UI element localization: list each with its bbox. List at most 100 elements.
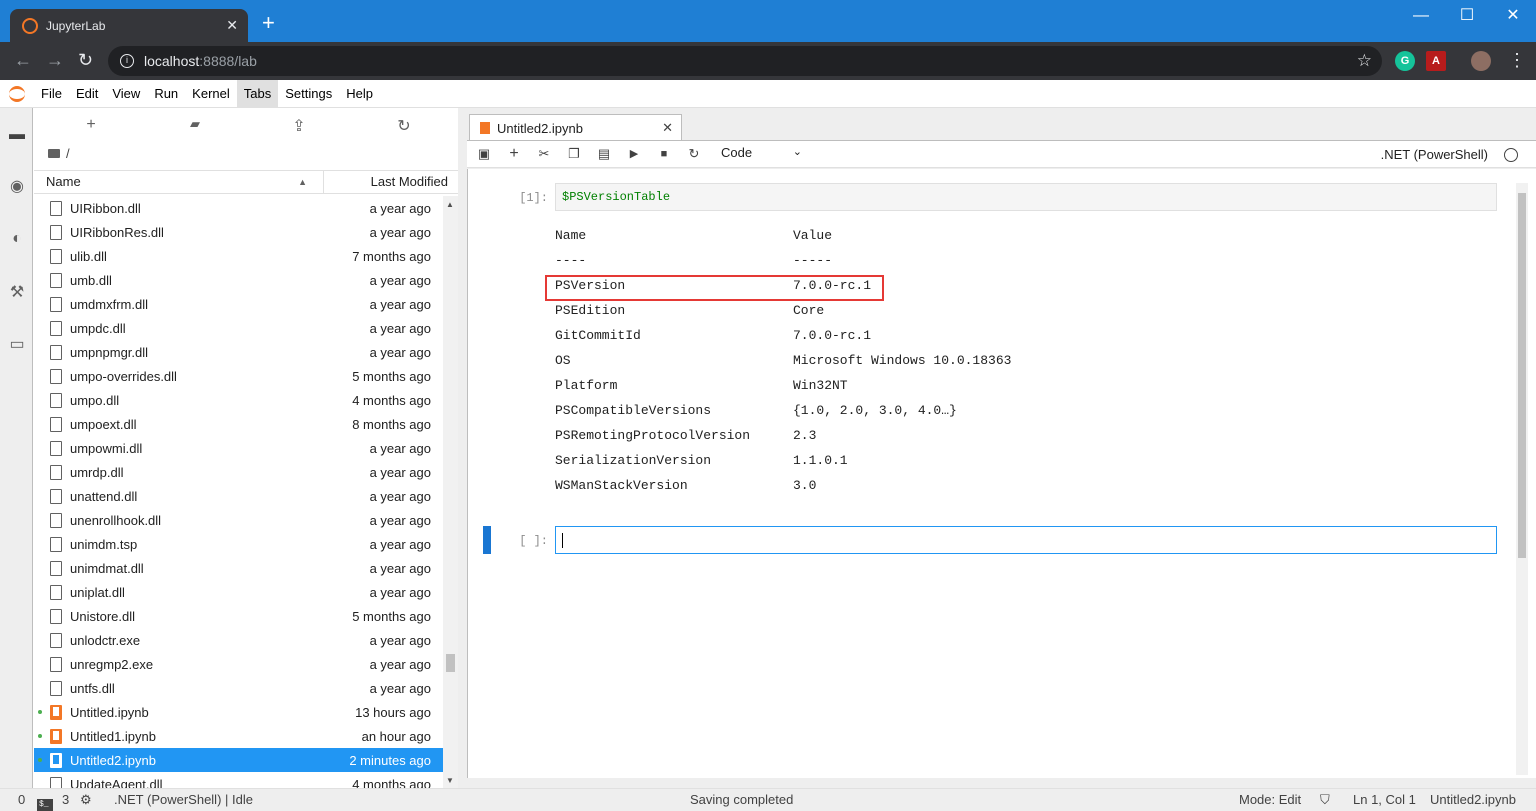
menu-run[interactable]: Run bbox=[147, 80, 185, 108]
upload-icon[interactable]: ⇪ bbox=[290, 116, 308, 136]
file-row[interactable]: umrdp.dll a year ago bbox=[34, 460, 443, 484]
scroll-up-icon[interactable]: ▲ bbox=[446, 200, 454, 209]
run-icon[interactable]: ▶ bbox=[625, 145, 643, 163]
file-row[interactable]: untfs.dll a year ago bbox=[34, 676, 443, 700]
new-folder-icon[interactable]: ▰ bbox=[186, 116, 204, 132]
address-bar[interactable]: i localhost:8888/lab ☆ bbox=[108, 46, 1382, 76]
output-row: PSRemotingProtocolVersion 2.3 bbox=[555, 428, 816, 453]
file-modified: a year ago bbox=[369, 440, 431, 456]
menu-file[interactable]: File bbox=[34, 80, 69, 108]
site-info-icon[interactable]: i bbox=[120, 54, 134, 68]
file-row[interactable]: umpoext.dll 8 months ago bbox=[34, 412, 443, 436]
file-row[interactable]: umdmxfrm.dll a year ago bbox=[34, 292, 443, 316]
file-name: umpo-overrides.dll bbox=[70, 368, 177, 384]
file-modified: a year ago bbox=[369, 584, 431, 600]
copy-icon[interactable]: ❐ bbox=[565, 145, 583, 163]
new-tab-button[interactable]: + bbox=[262, 12, 275, 34]
menu-view[interactable]: View bbox=[105, 80, 147, 108]
file-row[interactable]: Untitled.ipynb 13 hours ago bbox=[34, 700, 443, 724]
output-row: SerializationVersion 1.1.0.1 bbox=[555, 453, 848, 478]
refresh-icon[interactable]: ↻ bbox=[395, 116, 413, 136]
file-row[interactable]: umpo-overrides.dll 5 months ago bbox=[34, 364, 443, 388]
insert-cell-icon[interactable]: + bbox=[505, 145, 523, 163]
file-row[interactable]: umpowmi.dll a year ago bbox=[34, 436, 443, 460]
file-row[interactable]: uniplat.dll a year ago bbox=[34, 580, 443, 604]
file-row[interactable]: UIRibbon.dll a year ago bbox=[34, 196, 443, 220]
file-modified: 7 months ago bbox=[352, 248, 431, 264]
sort-by-name-header[interactable]: Name ▲ bbox=[34, 171, 324, 193]
output-value: Microsoft Windows 10.0.18363 bbox=[793, 353, 1012, 368]
file-row[interactable]: Unistore.dll 5 months ago bbox=[34, 604, 443, 628]
file-icon bbox=[50, 488, 62, 504]
terminal-count[interactable]: 0 bbox=[18, 792, 25, 807]
open-tabs-icon[interactable]: ▭ bbox=[8, 336, 26, 354]
file-icon bbox=[50, 512, 62, 528]
back-arrow-icon[interactable]: ← bbox=[14, 50, 32, 70]
kernel-count[interactable]: 3 bbox=[62, 792, 69, 807]
file-row[interactable]: unimdm.tsp a year ago bbox=[34, 532, 443, 556]
forward-arrow-icon[interactable]: → bbox=[46, 50, 64, 70]
shield-icon[interactable]: ⛉ bbox=[1320, 792, 1330, 808]
cell-type-dropdown[interactable]: Code ⌄ bbox=[721, 145, 802, 160]
scrollbar-thumb[interactable] bbox=[1518, 193, 1526, 558]
file-row[interactable]: umpo.dll 4 months ago bbox=[34, 388, 443, 412]
file-row[interactable]: UpdateAgent.dll 4 months ago bbox=[34, 772, 443, 788]
interrupt-kernel-icon[interactable]: ■ bbox=[655, 145, 673, 163]
grammarly-extension-icon[interactable]: G bbox=[1395, 51, 1415, 71]
menu-edit[interactable]: Edit bbox=[69, 80, 105, 108]
file-row[interactable]: unattend.dll a year ago bbox=[34, 484, 443, 508]
file-row[interactable]: Untitled2.ipynb 2 minutes ago bbox=[34, 748, 443, 772]
scrollbar-thumb[interactable] bbox=[446, 654, 455, 672]
file-row[interactable]: unregmp2.exe a year ago bbox=[34, 652, 443, 676]
menu-help[interactable]: Help bbox=[339, 80, 380, 108]
reload-icon[interactable]: ↻ bbox=[78, 50, 93, 70]
menu-tabs[interactable]: Tabs bbox=[236, 79, 279, 108]
file-row[interactable]: unlodctr.exe a year ago bbox=[34, 628, 443, 652]
file-list-scrollbar[interactable]: ▲ ▼ bbox=[443, 196, 458, 788]
save-icon[interactable]: ▣ bbox=[475, 145, 493, 163]
file-row[interactable]: unimdmat.dll a year ago bbox=[34, 556, 443, 580]
bookmark-star-icon[interactable]: ☆ bbox=[1357, 51, 1372, 71]
profile-avatar[interactable] bbox=[1471, 51, 1491, 71]
paste-icon[interactable]: ▤ bbox=[595, 145, 613, 163]
close-tab-icon[interactable]: ✕ bbox=[226, 17, 238, 34]
cursor-position[interactable]: Ln 1, Col 1 bbox=[1353, 792, 1416, 807]
code-cell-input[interactable]: $PSVersionTable bbox=[555, 183, 1497, 211]
chrome-menu-icon[interactable]: ⋮ bbox=[1508, 50, 1526, 70]
kernel-name[interactable]: .NET (PowerShell) bbox=[1381, 147, 1488, 162]
file-row[interactable]: ulib.dll 7 months ago bbox=[34, 244, 443, 268]
file-row[interactable]: UIRibbonRes.dll a year ago bbox=[34, 220, 443, 244]
panel-splitter[interactable] bbox=[458, 108, 467, 788]
code-cell-editor[interactable] bbox=[555, 526, 1497, 554]
menu-kernel[interactable]: Kernel bbox=[185, 80, 237, 108]
file-row[interactable]: umpnpmgr.dll a year ago bbox=[34, 340, 443, 364]
file-icon bbox=[50, 440, 62, 456]
pdf-extension-icon[interactable]: A bbox=[1426, 51, 1446, 71]
wrench-icon[interactable]: ⚒ bbox=[8, 284, 26, 302]
maximize-window-button[interactable]: ☐ bbox=[1444, 4, 1490, 28]
palette-icon[interactable]: ◐ bbox=[8, 230, 26, 248]
cell-prompt: [ ]: bbox=[519, 534, 548, 548]
close-notebook-tab-icon[interactable]: ✕ bbox=[662, 120, 673, 136]
file-row[interactable]: unenrollhook.dll a year ago bbox=[34, 508, 443, 532]
sort-by-modified-header[interactable]: Last Modified bbox=[324, 171, 458, 193]
file-modified: a year ago bbox=[369, 320, 431, 336]
folder-icon[interactable]: ▬ bbox=[8, 126, 26, 144]
new-launcher-icon[interactable]: + bbox=[82, 116, 100, 134]
file-row[interactable]: umb.dll a year ago bbox=[34, 268, 443, 292]
close-window-button[interactable]: ✕ bbox=[1490, 4, 1536, 28]
cut-icon[interactable]: ✂ bbox=[535, 145, 553, 163]
minimize-window-button[interactable]: — bbox=[1398, 4, 1444, 28]
file-row[interactable]: umpdc.dll a year ago bbox=[34, 316, 443, 340]
restart-kernel-icon[interactable]: ↻ bbox=[685, 145, 703, 163]
scroll-down-icon[interactable]: ▼ bbox=[446, 776, 454, 785]
notebook-scrollbar[interactable] bbox=[1516, 183, 1528, 775]
file-row[interactable]: Untitled1.ipynb an hour ago bbox=[34, 724, 443, 748]
browser-tab[interactable]: JupyterLab ✕ bbox=[10, 9, 248, 42]
file-name: unlodctr.exe bbox=[70, 632, 141, 648]
breadcrumb[interactable]: / bbox=[48, 146, 70, 161]
running-sessions-icon[interactable]: ◉ bbox=[8, 178, 26, 196]
notebook-tab[interactable]: Untitled2.ipynb ✕ bbox=[469, 114, 682, 141]
menu-settings[interactable]: Settings bbox=[278, 80, 339, 108]
kernel-status-text[interactable]: .NET (PowerShell) | Idle bbox=[114, 792, 253, 807]
